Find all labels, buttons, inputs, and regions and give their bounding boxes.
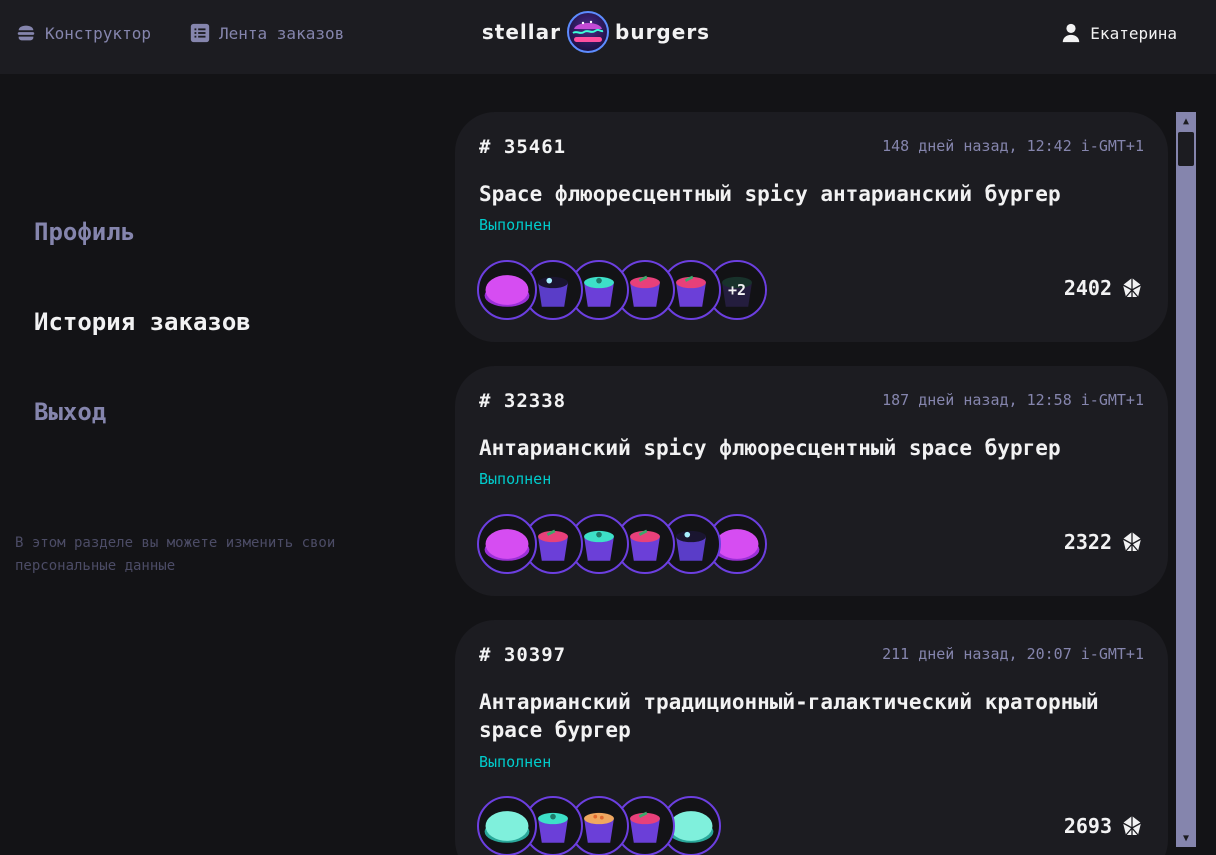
ingredient-icon (477, 796, 537, 855)
scroll-down-icon[interactable]: ▼ (1176, 829, 1196, 847)
order-title: Антарианский spicy флюоресцентный space … (479, 436, 1061, 460)
order-card[interactable]: # 35461 148 дней назад, 12:42 i-GMT+1 Sp… (455, 112, 1168, 342)
order-number: # 32338 (479, 390, 567, 412)
order-price-value: 2693 (1063, 814, 1112, 838)
list-icon (189, 22, 211, 44)
nav-profile[interactable]: Екатерина (1060, 20, 1177, 46)
order-title: Антарианский традиционный-галактический … (479, 690, 1099, 742)
burger-icon (15, 22, 37, 44)
orders-scrollbar[interactable]: ▲ ▼ (1176, 112, 1196, 847)
order-date: 187 дней назад, 12:58 i-GMT+1 (882, 391, 1144, 409)
nav-profile-label: Екатерина (1090, 23, 1177, 43)
order-history-list[interactable]: # 35461 148 дней назад, 12:42 i-GMT+1 Sp… (455, 112, 1168, 855)
order-date: 148 дней назад, 12:42 i-GMT+1 (882, 137, 1144, 155)
order-title: Space флюоресцентный spicy антарианский … (479, 182, 1061, 206)
order-status: Выполнен (479, 470, 552, 488)
order-date: 211 дней назад, 20:07 i-GMT+1 (882, 645, 1144, 663)
order-status: Выполнен (479, 753, 552, 771)
ingredient-icon (477, 514, 537, 574)
currency-icon (1122, 816, 1142, 836)
order-status: Выполнен (479, 216, 552, 234)
order-card[interactable]: # 32338 187 дней назад, 12:58 i-GMT+1 Ан… (455, 366, 1168, 596)
nav-order-feed-label: Лента заказов (219, 23, 345, 43)
sidebar-item-logout[interactable]: Выход (34, 398, 106, 426)
order-price: 2402 (1064, 276, 1144, 300)
nav-order-feed[interactable]: Лента заказов (189, 20, 344, 46)
app-header: Конструктор Лента заказов stellar burger… (0, 0, 1216, 74)
order-price-value: 2402 (1063, 276, 1112, 300)
currency-icon (1122, 532, 1142, 552)
sidebar-item-profile[interactable]: Профиль (34, 218, 135, 246)
logo-word-right: burgers (615, 20, 711, 44)
order-price: 2322 (1064, 530, 1144, 554)
logo-word-left: stellar (481, 20, 562, 44)
scroll-up-icon[interactable]: ▲ (1176, 112, 1196, 130)
sidebar-item-order-history[interactable]: История заказов (34, 308, 251, 336)
order-number: # 35461 (479, 136, 567, 158)
order-number: # 30397 (479, 644, 567, 666)
ingredient-list: +2 (477, 260, 777, 320)
ingredient-list (477, 796, 777, 855)
currency-icon (1122, 278, 1142, 298)
burger-planet-icon (567, 11, 610, 53)
sidebar-hint: В этом разделе вы можете изменить свои п… (15, 535, 336, 574)
scrollbar-thumb[interactable] (1178, 132, 1194, 166)
nav-constructor-label: Конструктор (45, 23, 151, 43)
ingredient-icon (477, 260, 537, 320)
order-card[interactable]: # 30397 211 дней назад, 20:07 i-GMT+1 Ан… (455, 620, 1168, 855)
order-price: 2693 (1064, 814, 1144, 838)
ingredient-list (477, 514, 777, 574)
order-price-value: 2322 (1063, 530, 1112, 554)
nav-constructor[interactable]: Конструктор (15, 20, 151, 46)
stellar-burgers-logo[interactable]: stellar burgers (458, 8, 734, 56)
user-icon (1060, 22, 1082, 44)
